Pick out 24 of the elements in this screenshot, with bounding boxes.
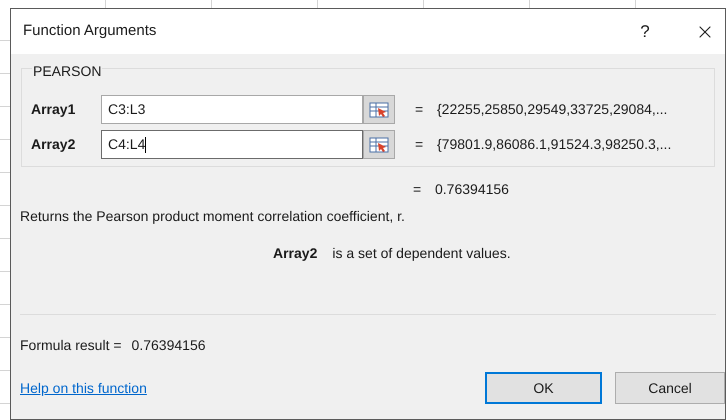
argument-name: Array2 xyxy=(273,244,318,263)
function-result: 0.76394156 xyxy=(435,180,509,199)
help-button[interactable]: ? xyxy=(625,16,665,46)
window-title: Function Arguments xyxy=(23,21,158,42)
equals-sign: = xyxy=(415,135,424,154)
formula-result-label: Formula result = xyxy=(20,336,122,355)
argument-label: Array1 xyxy=(31,100,76,119)
dialog-button[interactable]: OK xyxy=(485,372,602,404)
argument-field[interactable]: C4:L4 xyxy=(101,130,363,159)
dialog-button[interactable]: Cancel xyxy=(615,372,725,404)
collapse-button[interactable] xyxy=(363,130,395,159)
argument-description: is a set of dependent values. xyxy=(332,244,511,263)
argument-label: Array2 xyxy=(31,135,76,154)
argument-field[interactable]: C3:L3 xyxy=(101,95,363,124)
range-picker-icon xyxy=(369,102,389,118)
argument-result: {22255,25850,29549,33725,29084,... xyxy=(437,100,668,119)
equals-sign: = xyxy=(415,100,424,119)
formula-result-value: 0.76394156 xyxy=(132,336,206,355)
argument-result: {79801.9,86086.1,91524.3,98250.3,... xyxy=(437,135,672,154)
help-link[interactable]: Help on this function xyxy=(20,378,472,398)
range-picker-icon xyxy=(369,136,389,152)
collapse-button[interactable] xyxy=(363,95,395,124)
function-description: Returns the Pearson product moment correlation coefficient, r. xyxy=(19,207,406,226)
equals-sign: = xyxy=(413,180,422,199)
